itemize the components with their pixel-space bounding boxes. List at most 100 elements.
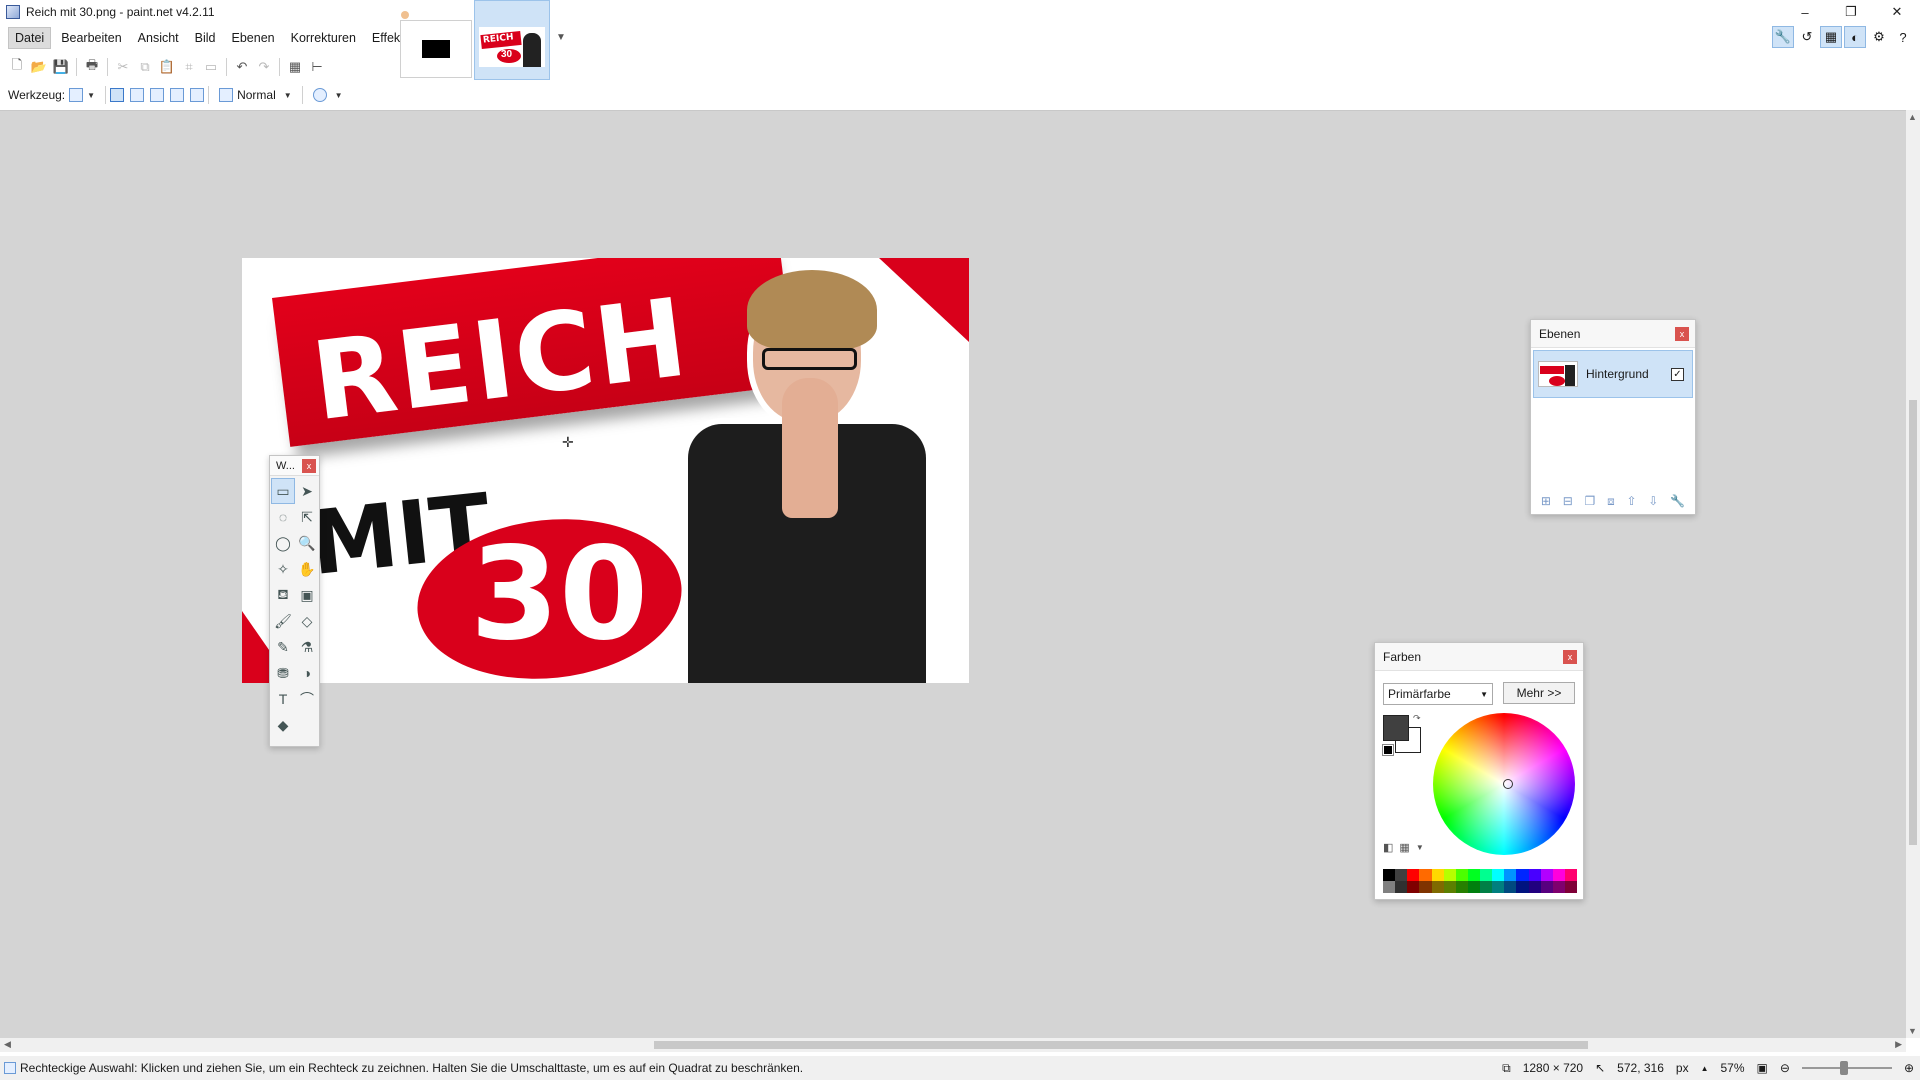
paste-icon[interactable]: 📋 (156, 57, 178, 77)
paintbrush-icon[interactable]: 🖌 (271, 608, 295, 634)
selection-mode-replace-icon[interactable] (110, 88, 125, 102)
move-selected-icon[interactable]: ➤ (295, 478, 319, 504)
restore-button[interactable]: ❐ (1828, 0, 1874, 24)
blend-mode-select[interactable]: Normal ▼ (219, 88, 298, 102)
palette-swatch[interactable] (1516, 881, 1529, 893)
more-button[interactable]: Mehr >> (1503, 682, 1575, 704)
scroll-up-icon[interactable]: ▲ (1908, 112, 1917, 122)
color-palette[interactable] (1383, 869, 1577, 893)
palette-swatch[interactable] (1492, 869, 1505, 881)
ellipse-select-icon[interactable]: ◯ (271, 530, 295, 556)
pan-hand-icon[interactable]: ✋ (295, 556, 319, 582)
minimize-button[interactable]: – (1782, 0, 1828, 24)
palette-swatch[interactable] (1552, 869, 1565, 881)
eraser-icon[interactable]: ◇ (295, 608, 319, 634)
new-icon[interactable]: 🗋 (6, 57, 28, 77)
palette-swatch[interactable] (1383, 881, 1396, 893)
image-tab-untitled[interactable] (400, 11, 472, 78)
image-tab-reich-mit-30[interactable]: REICH 30 (474, 0, 550, 80)
zoom-in-icon[interactable]: ⊕ (1904, 1061, 1914, 1075)
current-tool-icon[interactable] (69, 88, 84, 102)
palette-swatch[interactable] (1540, 881, 1553, 893)
selection-mode-exclude-icon[interactable] (150, 88, 165, 102)
colors-close-button[interactable]: x (1563, 649, 1577, 664)
layers-close-button[interactable]: x (1675, 326, 1689, 341)
selection-mode-union-icon[interactable] (130, 88, 145, 102)
pencil-icon[interactable]: ✎ (271, 634, 295, 660)
unit-chevron-up-icon[interactable]: ▲ (1701, 1064, 1709, 1073)
scroll-thumb[interactable] (654, 1041, 1588, 1049)
copy-icon[interactable]: ⧉ (134, 57, 156, 77)
colors-toggle-icon[interactable]: ◐ (1844, 26, 1866, 48)
history-toggle-icon[interactable]: ↺ (1796, 26, 1818, 48)
reset-colors-icon[interactable] (1382, 744, 1394, 756)
move-layer-up-icon[interactable]: ⇧ (1626, 494, 1636, 508)
deselect-icon[interactable]: ▭ (200, 57, 222, 77)
menu-korrekturen[interactable]: Korrekturen (285, 28, 362, 48)
palette-swatch[interactable] (1407, 881, 1420, 893)
palette-swatch[interactable] (1492, 881, 1505, 893)
palette-swatch[interactable] (1419, 881, 1432, 893)
palette-swatch[interactable] (1516, 869, 1529, 881)
scroll-left-icon[interactable]: ◀ (4, 1039, 11, 1050)
palette-swatch[interactable] (1504, 881, 1517, 893)
crop-icon[interactable]: ⌗ (178, 57, 200, 77)
lasso-select-icon[interactable]: ◌ (271, 504, 295, 530)
palette-swatch[interactable] (1528, 869, 1541, 881)
scroll-down-icon[interactable]: ▼ (1908, 1026, 1917, 1036)
antialias-select[interactable]: ▼ (312, 88, 349, 102)
palette-swatch[interactable] (1528, 881, 1541, 893)
help-icon[interactable]: ? (1892, 26, 1914, 48)
vertical-scrollbar[interactable]: ▲ ▼ (1906, 110, 1920, 1038)
undo-icon[interactable]: ↶ (231, 57, 253, 77)
palette-add-icon[interactable]: ◧ (1383, 841, 1393, 854)
palette-chevron-down-icon[interactable]: ▼ (1416, 843, 1424, 852)
canvas-image[interactable]: REICH MIT 30 ✛ (242, 258, 969, 683)
palette-swatch[interactable] (1407, 869, 1420, 881)
unit-select[interactable]: px (1676, 1061, 1689, 1075)
horizontal-scrollbar[interactable]: ◀ ▶ (0, 1038, 1906, 1052)
gradient-icon[interactable]: ▣ (295, 582, 319, 608)
print-icon[interactable]: 🖶 (81, 57, 103, 77)
palette-swatch[interactable] (1467, 881, 1480, 893)
color-picker-icon[interactable]: ⚗ (295, 634, 319, 660)
text-icon[interactable]: T (271, 686, 295, 712)
palette-swatch[interactable] (1443, 869, 1456, 881)
selection-mode-invert-icon[interactable] (190, 88, 205, 102)
palette-swatch[interactable] (1455, 881, 1468, 893)
zoom-out-icon[interactable]: ⊖ (1780, 1061, 1790, 1075)
palette-swatch[interactable] (1395, 881, 1408, 893)
grid-icon[interactable]: ▦ (284, 57, 306, 77)
layer-visibility-checkbox[interactable]: ✓ (1671, 367, 1684, 381)
palette-swatch[interactable] (1431, 881, 1444, 893)
menu-datei[interactable]: Datei (8, 27, 52, 49)
layer-row[interactable]: Hintergrund ✓ (1533, 350, 1693, 398)
palette-swatch[interactable] (1455, 869, 1468, 881)
move-layer-down-icon[interactable]: ⇩ (1648, 494, 1658, 508)
zoom-to-window-icon[interactable]: ▣ (1757, 1061, 1768, 1075)
paint-bucket-icon[interactable]: ⛾ (271, 582, 295, 608)
line-curve-icon[interactable]: ⌒ (295, 686, 319, 712)
zoom-value[interactable]: 57% (1721, 1061, 1745, 1075)
color-wheel-marker[interactable] (1503, 779, 1513, 789)
palette-swatch[interactable] (1383, 869, 1396, 881)
palette-menu-icon[interactable]: ▦ (1399, 841, 1409, 854)
tool-chevron-down-icon[interactable]: ▼ (87, 91, 95, 100)
redo-icon[interactable]: ↷ (253, 57, 275, 77)
primary-color-swatch[interactable] (1383, 715, 1409, 741)
palette-swatch[interactable] (1419, 869, 1432, 881)
palette-swatch[interactable] (1480, 869, 1493, 881)
zoom-slider-knob[interactable] (1839, 1061, 1848, 1075)
selection-mode-intersect-icon[interactable] (170, 88, 185, 102)
palette-swatch[interactable] (1540, 869, 1553, 881)
shapes-icon[interactable]: ◆ (271, 712, 295, 738)
recolor-icon[interactable]: ◑ (295, 660, 319, 686)
palette-swatch[interactable] (1431, 869, 1444, 881)
delete-layer-icon[interactable]: ⊟ (1563, 494, 1573, 508)
menu-ansicht[interactable]: Ansicht (132, 28, 185, 48)
merge-layer-icon[interactable]: ⧈ (1607, 494, 1615, 509)
zoom-icon[interactable]: 🔍 (295, 530, 319, 556)
layers-toggle-icon[interactable]: ▦ (1820, 26, 1842, 48)
settings-gear-icon[interactable]: ⚙ (1868, 26, 1890, 48)
duplicate-layer-icon[interactable]: ❐ (1585, 494, 1596, 508)
